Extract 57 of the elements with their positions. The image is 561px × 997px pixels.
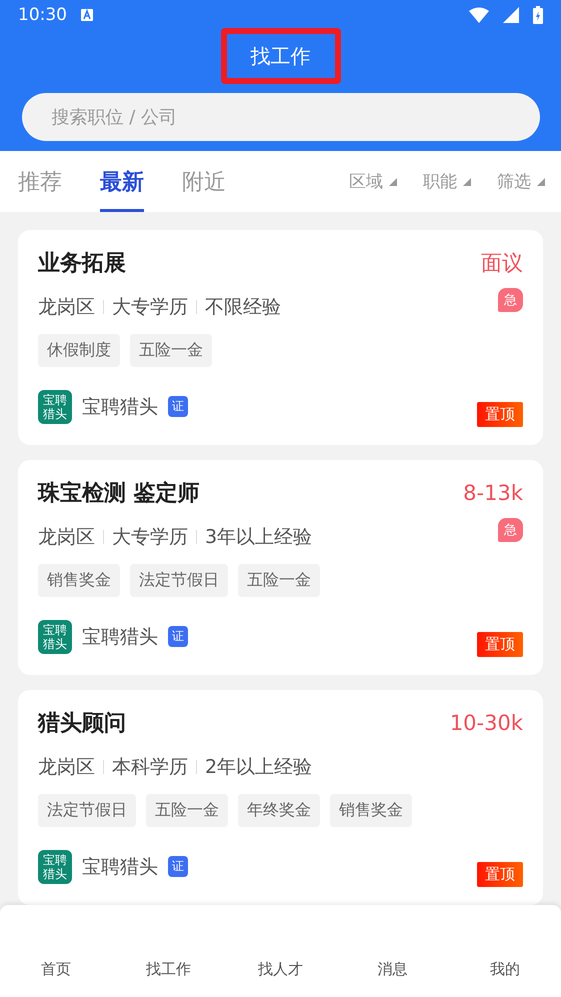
urgent-badge: 急 <box>498 518 523 542</box>
job-title: 猎头顾问 <box>38 710 126 738</box>
company-name: 宝聘猎头 <box>82 394 158 420</box>
job-requirement: 大专学历 <box>112 295 188 320</box>
benefit-tag: 销售奖金 <box>330 794 412 827</box>
job-card[interactable]: 珠宝检测 鉴定师 8-13k 龙岗区 大专学历 3年以上经验 急 销售奖金 法定节假日 五险一金 宝聘猎头 宝聘猎头 证 置顶 <box>18 460 543 675</box>
job-requirement: 2年以上经验 <box>205 755 312 780</box>
verified-badge: 证 <box>168 856 188 877</box>
caret-icon <box>389 178 397 186</box>
caret-icon <box>463 178 471 186</box>
urgent-badge: 急 <box>498 288 523 312</box>
job-requirement: 本科学历 <box>112 755 188 780</box>
salary: 8-13k <box>463 481 523 505</box>
company-name: 宝聘猎头 <box>82 854 158 880</box>
verified-badge: 证 <box>168 626 188 647</box>
benefit-tag: 年终奖金 <box>238 794 320 827</box>
battery-icon <box>533 6 543 24</box>
salary: 10-30k <box>450 711 523 735</box>
company-logo: 宝聘猎头 <box>38 390 72 424</box>
benefit-tag: 休假制度 <box>38 334 120 367</box>
job-requirement: 不限经验 <box>205 295 281 320</box>
job-requirement: 3年以上经验 <box>205 525 312 550</box>
benefit-tag: 五险一金 <box>130 334 212 367</box>
job-requirement: 龙岗区 <box>38 755 95 780</box>
search-field[interactable]: 搜索职位 / 公司 <box>22 93 540 141</box>
job-card[interactable]: 业务拓展 面议 龙岗区 大专学历 不限经验 急 休假制度 五险一金 宝聘猎头 宝聘猎头 证 置顶 <box>18 230 543 445</box>
salary: 面议 <box>481 250 523 277</box>
pinned-badge: 置顶 <box>477 862 523 887</box>
benefit-tag: 法定节假日 <box>130 564 228 597</box>
pinned-badge: 置顶 <box>477 402 523 427</box>
tab[interactable]: 最新 <box>100 151 144 212</box>
page-title: 找工作 <box>220 28 340 84</box>
signal-icon <box>503 7 519 23</box>
nav-item[interactable]: 找人才 <box>224 960 337 979</box>
verified-badge: 证 <box>168 396 188 417</box>
status-time: 10:30 <box>18 5 67 25</box>
job-title: 业务拓展 <box>38 250 126 278</box>
job-requirement: 龙岗区 <box>38 525 95 550</box>
company-name: 宝聘猎头 <box>82 624 158 650</box>
caret-icon <box>537 178 545 186</box>
nav-item[interactable]: 首页 <box>0 960 112 979</box>
benefit-tag: 销售奖金 <box>38 564 120 597</box>
job-requirement: 龙岗区 <box>38 295 95 320</box>
benefit-tag: 法定节假日 <box>38 794 136 827</box>
benefit-tag: 五险一金 <box>146 794 228 827</box>
job-requirement: 大专学历 <box>112 525 188 550</box>
company-logo: 宝聘猎头 <box>38 850 72 884</box>
nav-item[interactable]: 找工作 <box>112 960 224 979</box>
job-title: 珠宝检测 鉴定师 <box>38 480 200 508</box>
notification-icon <box>81 9 93 21</box>
job-card[interactable]: 猎头顾问 10-30k 龙岗区 本科学历 2年以上经验 法定节假日 五险一金 年终奖金 销售奖金 宝聘猎头 宝聘猎头 证 置顶 <box>18 690 543 905</box>
wifi-icon <box>469 7 489 23</box>
pinned-badge: 置顶 <box>477 632 523 657</box>
nav-item[interactable]: 我的 <box>448 960 561 979</box>
nav-item[interactable]: 消息 <box>336 960 449 979</box>
benefit-tag: 五险一金 <box>238 564 320 597</box>
company-logo: 宝聘猎头 <box>38 620 72 654</box>
